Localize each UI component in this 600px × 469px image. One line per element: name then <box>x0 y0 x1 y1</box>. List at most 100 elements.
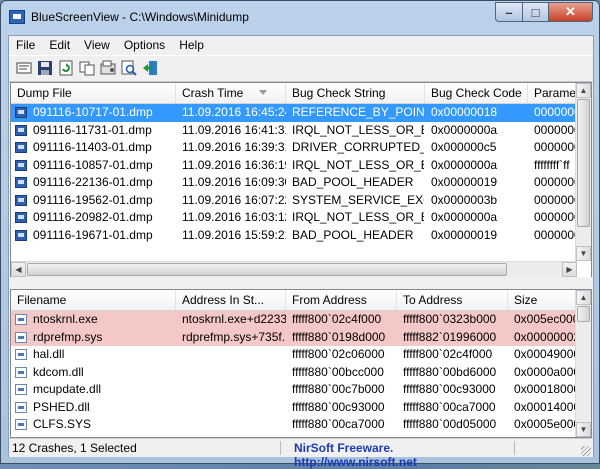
crash-row[interactable]: 091116-19671-01.dmp 11.09.2016 15:59:21 BA… <box>11 227 582 245</box>
crash-list-rows: 091116-10717-01.dmp 11.09.2016 16:45:24 RE… <box>11 104 582 245</box>
scroll-thumb[interactable] <box>577 99 590 227</box>
refresh-icon[interactable] <box>58 60 74 76</box>
cell-size: 0x0005e000 <box>514 417 576 431</box>
cell-size: 0x0000a000 <box>514 364 576 379</box>
cell-to: fffff882`01996000 <box>403 329 497 344</box>
status-crash-count: 12 Crashes, 1 Selected <box>12 441 281 455</box>
column-bug-check-string[interactable]: Bug Check String <box>286 83 425 103</box>
column-from-address[interactable]: From Address <box>286 290 397 310</box>
main-window: BlueScreenView - C:\Windows\Minidump – □… <box>0 0 600 469</box>
driver-list-vscrollbar[interactable]: ▲ ▼ <box>575 290 591 437</box>
cell-time: 11.09.2016 16:41:31 <box>182 122 286 137</box>
menu-options[interactable]: Options <box>117 36 172 54</box>
scroll-thumb[interactable] <box>577 306 590 322</box>
scroll-right-icon[interactable]: ▶ <box>562 262 577 277</box>
column-dump-file[interactable]: Dump File <box>11 83 176 103</box>
scroll-up-icon[interactable]: ▲ <box>576 290 591 305</box>
driver-file-icon <box>15 366 27 378</box>
title-bar[interactable]: BlueScreenView - C:\Windows\Minidump – □… <box>1 1 599 35</box>
sort-descending-icon <box>259 90 267 95</box>
menu-edit[interactable]: Edit <box>42 36 77 54</box>
cell-from: fffff800`02c06000 <box>292 347 385 361</box>
driver-row[interactable]: ntoskrnl.exe ntoskrnl.exe+d2233 fffff800`0… <box>11 311 577 329</box>
cell-bug: SYSTEM_SERVICE_EXCE... <box>292 192 424 207</box>
driver-row[interactable]: hal.dll fffff800`02c06000 fffff800`02c4f00… <box>11 346 577 364</box>
cell-bug: IRQL_NOT_LESS_OR_EQ... <box>292 157 424 172</box>
maximize-button[interactable]: □ <box>523 2 549 22</box>
scroll-down-icon[interactable]: ▼ <box>576 422 591 437</box>
cell-file: 091116-10857-01.dmp <box>33 157 153 172</box>
cell-file: 091116-11403-01.dmp <box>33 140 152 154</box>
driver-row[interactable]: mcupdate.dll fffff880`00c7b000 fffff880`00… <box>11 381 577 399</box>
driver-file-icon <box>15 331 27 343</box>
column-size[interactable]: Size <box>508 290 585 310</box>
menu-help[interactable]: Help <box>172 36 211 54</box>
cell-code: 0x0000000a <box>431 157 498 172</box>
driver-row[interactable]: PSHED.dll fffff880`00c93000 fffff880`00ca7… <box>11 399 577 417</box>
cell-bug: BAD_POOL_HEADER <box>292 175 414 189</box>
copy-icon[interactable] <box>79 60 95 76</box>
driver-row[interactable]: CLFS.SYS fffff880`00ca7000 fffff880`00d050… <box>11 416 577 434</box>
cell-addr <box>182 399 286 416</box>
crash-row[interactable]: 091116-22136-01.dmp 11.09.2016 16:09:30 BA… <box>11 174 582 192</box>
crash-row[interactable]: 091116-11403-01.dmp 11.09.2016 16:39:31 DR… <box>11 139 582 157</box>
driver-file-icon <box>15 401 27 413</box>
cell-code: 0x0000000a <box>431 210 498 224</box>
scroll-left-icon[interactable]: ◀ <box>11 262 26 277</box>
menu-file[interactable]: File <box>9 36 42 54</box>
cell-size: 0x00018000 <box>514 382 576 396</box>
cell-addr <box>182 381 286 398</box>
driver-row[interactable]: kdcom.dll fffff880`00bcc000 fffff880`00bd6… <box>11 364 577 382</box>
cell-to: fffff800`0323b000 <box>403 312 497 326</box>
save-icon[interactable] <box>37 60 53 76</box>
scroll-up-icon[interactable]: ▲ <box>576 83 591 98</box>
column-crash-time-label: Crash Time <box>182 86 244 100</box>
column-to-address[interactable]: To Address <box>397 290 508 310</box>
minimize-button[interactable]: – <box>495 2 523 22</box>
close-button[interactable]: ✕ <box>549 2 593 22</box>
cell-file: 091116-19671-01.dmp <box>33 227 153 242</box>
crash-row[interactable]: 091116-19562-01.dmp 11.09.2016 16:07:22 SY… <box>11 192 582 210</box>
crash-list-hscrollbar[interactable]: ◀ ▶ <box>11 261 577 277</box>
crash-row[interactable]: 091116-20982-01.dmp 11.09.2016 16:03:12 IR… <box>11 209 582 227</box>
pane-splitter[interactable] <box>9 277 593 288</box>
cell-code: 0x00000019 <box>431 227 498 242</box>
crash-row[interactable]: 091116-10857-01.dmp 11.09.2016 16:36:19 IR… <box>11 157 577 175</box>
cell-addr <box>182 364 286 381</box>
cell-size: 0x00049000 <box>514 347 576 361</box>
driver-list[interactable]: Filename Address In St... From Address T… <box>10 289 592 438</box>
cell-file: 091116-22136-01.dmp <box>33 175 153 189</box>
cell-from: fffff880`00c93000 <box>292 399 385 414</box>
crash-list[interactable]: Dump File Crash Time Bug Check String Bu… <box>10 82 592 278</box>
crash-row[interactable]: 091116-10717-01.dmp 11.09.2016 16:45:24 RE… <box>11 104 582 122</box>
column-address-in-stack[interactable]: Address In St... <box>176 290 286 310</box>
cell-to: fffff880`00bd6000 <box>403 364 497 379</box>
column-bug-check-code[interactable]: Bug Check Code <box>425 83 528 103</box>
column-crash-time[interactable]: Crash Time <box>176 83 286 103</box>
find-icon[interactable] <box>121 60 137 76</box>
cell-size: 0x000000020 <box>514 329 576 344</box>
cell-to: fffff880`00d05000 <box>403 417 497 431</box>
properties-icon[interactable] <box>16 60 32 76</box>
cell-to: fffff880`00ca7000 <box>403 399 496 414</box>
menu-view[interactable]: View <box>77 36 117 54</box>
scroll-down-icon[interactable]: ▼ <box>576 246 591 261</box>
dump-file-icon <box>15 194 27 206</box>
dump-file-icon <box>15 107 27 118</box>
cell-code: 0x0000000a <box>431 122 498 137</box>
driver-row[interactable]: rdprefmp.sys rdprefmp.sys+735f... fffff880… <box>11 328 577 346</box>
crash-list-vscrollbar[interactable]: ▲ ▼ <box>575 83 591 261</box>
cell-time: 11.09.2016 16:09:30 <box>182 175 286 189</box>
cell-addr <box>182 416 286 433</box>
resize-grip-icon[interactable] <box>581 446 591 456</box>
nirsoft-link[interactable]: NirSoft Freeware. http://www.nirsoft.net <box>284 441 514 469</box>
cell-file: 091116-11731-01.dmp <box>33 122 152 137</box>
crash-row[interactable]: 091116-11731-01.dmp 11.09.2016 16:41:31 IR… <box>11 122 582 140</box>
cell-addr <box>182 346 286 363</box>
column-filename[interactable]: Filename <box>11 290 176 310</box>
hscroll-thumb[interactable] <box>27 263 507 276</box>
menu-bar: File Edit View Options Help <box>9 36 593 54</box>
advanced-options-icon[interactable] <box>100 60 116 76</box>
app-icon <box>9 10 25 24</box>
exit-icon[interactable] <box>142 60 158 76</box>
